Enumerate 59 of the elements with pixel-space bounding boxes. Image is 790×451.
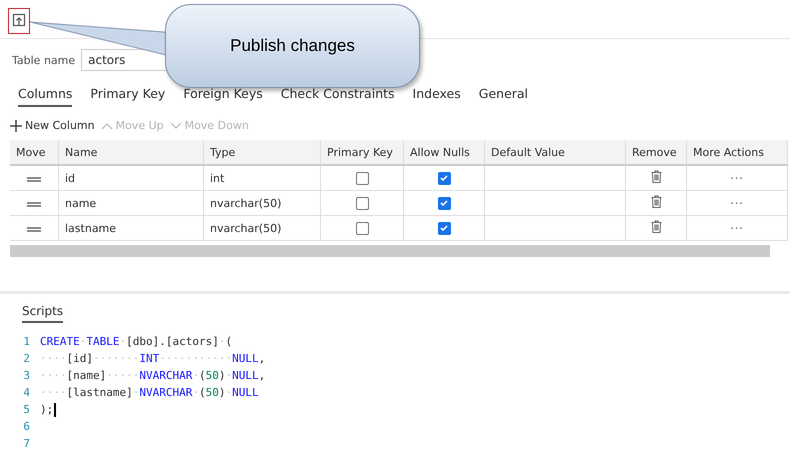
chevron-down-icon xyxy=(170,122,182,130)
publish-icon[interactable] xyxy=(12,13,26,27)
tab[interactable]: Columns xyxy=(18,86,72,107)
more-actions-button[interactable]: ··· xyxy=(730,196,744,210)
trash-icon[interactable] xyxy=(650,195,662,208)
table-cell: name xyxy=(65,196,96,210)
code-line: ····[lastname]·NVARCHAR·(50)·NULL xyxy=(40,386,259,399)
column-header: More Actions xyxy=(686,140,788,165)
checkbox[interactable] xyxy=(438,222,450,235)
checkbox[interactable] xyxy=(438,172,450,185)
tab[interactable]: Foreign Keys xyxy=(183,86,263,107)
checkbox[interactable] xyxy=(356,172,368,185)
checkbox[interactable] xyxy=(356,196,368,210)
column-header: Name xyxy=(58,140,204,165)
code-line: ····[id]·······INT···········NULL, xyxy=(40,352,266,365)
code-line: ····[name]·····NVARCHAR·(50)·NULL, xyxy=(40,369,266,382)
check-icon xyxy=(439,173,449,184)
scrollbar[interactable] xyxy=(10,245,770,257)
line-number: 6 xyxy=(22,420,31,433)
tab[interactable]: Scripts xyxy=(22,304,64,323)
line-number: 5 xyxy=(22,403,31,416)
drag-handle-icon[interactable] xyxy=(27,176,41,182)
line-number: 2 xyxy=(22,352,31,365)
tab[interactable]: Indexes xyxy=(412,86,461,107)
tab[interactable]: General xyxy=(478,86,528,107)
checkbox[interactable] xyxy=(438,196,450,210)
table-cell: nvarchar(50) xyxy=(210,222,282,234)
table-cell: lastname xyxy=(65,222,116,234)
check-icon xyxy=(439,198,449,208)
drag-handle-icon[interactable] xyxy=(27,202,41,206)
chevron-up-icon xyxy=(100,122,113,130)
table-name-label: Table name xyxy=(12,54,76,66)
trash-icon[interactable] xyxy=(650,220,662,233)
table-cell: nvarchar(50) xyxy=(210,196,282,210)
plus-icon xyxy=(10,120,22,132)
callout-text: Publish changes xyxy=(230,36,355,56)
check-icon xyxy=(439,223,449,234)
drag-handle-icon[interactable] xyxy=(27,226,41,232)
column-header: Type xyxy=(204,140,320,165)
more-actions-button[interactable]: ··· xyxy=(730,172,744,184)
line-number: 1 xyxy=(22,335,31,348)
column-header: Allow Nulls xyxy=(404,140,484,165)
column-header: Primary Key xyxy=(320,140,404,165)
line-number: 3 xyxy=(22,369,31,382)
line-number: 4 xyxy=(22,386,31,399)
code-line: ); xyxy=(40,403,54,416)
table-cell: id xyxy=(65,172,76,184)
checkbox[interactable] xyxy=(356,222,368,235)
line-number: 7 xyxy=(22,437,31,450)
toolbar-button[interactable]: New Column xyxy=(10,119,95,132)
column-header: Remove xyxy=(626,140,686,165)
column-header: Move xyxy=(10,140,58,165)
more-actions-button[interactable]: ··· xyxy=(730,222,744,234)
column-header: Default Value xyxy=(484,140,626,165)
tab[interactable]: Primary Key xyxy=(90,86,166,107)
tab[interactable]: Check Constraints xyxy=(280,86,395,107)
code-line: CREATE·TABLE·[dbo].[actors]·( xyxy=(40,335,232,348)
trash-icon[interactable] xyxy=(650,170,662,183)
table-cell: int xyxy=(210,172,224,184)
